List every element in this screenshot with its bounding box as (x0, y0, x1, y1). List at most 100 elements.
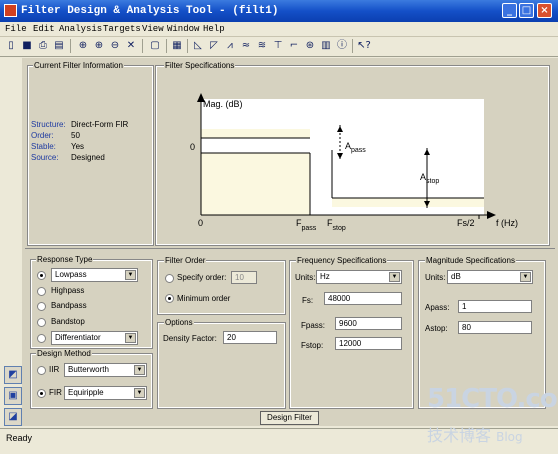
fs-input[interactable]: 48000 (324, 292, 402, 305)
minimize-button[interactable]: _ (502, 3, 517, 18)
print-preview-icon[interactable]: ▤ (52, 39, 66, 53)
watermark-blog: Blog (496, 430, 523, 444)
filter-order-title: Filter Order (164, 256, 207, 265)
response-type-title: Response Type (36, 255, 94, 264)
mag-units-dropdown[interactable]: dB ▼ (447, 270, 533, 284)
phase-response-icon[interactable]: ◸ (207, 39, 221, 53)
window-title: Filter Design & Analysis Tool - (filt1) (21, 5, 279, 17)
close-button[interactable]: × (537, 3, 552, 18)
menu-analysis[interactable]: Analysis (59, 24, 102, 34)
toolbar-separator (352, 39, 353, 53)
freq-units-dropdown[interactable]: Hz ▼ (316, 270, 402, 284)
info-icon[interactable]: ⓘ (335, 39, 349, 53)
specify-order-label: Specify order: (177, 273, 227, 282)
lowpass-dropdown[interactable]: Lowpass ▼ (51, 268, 138, 282)
step-response-icon[interactable]: ⌐ (287, 39, 301, 53)
print-icon[interactable]: ⎙ (36, 39, 50, 53)
fstop-input[interactable]: 12000 (335, 337, 402, 350)
new-icon[interactable]: ▯ (4, 39, 18, 53)
full-view-icon[interactable]: ✕ (124, 39, 138, 53)
mag-phase-icon[interactable]: ⩘ (223, 39, 237, 53)
apass-field-label: Apass: (425, 303, 450, 312)
impulse-response-icon[interactable]: ⊤ (271, 39, 285, 53)
fpass-main: F (296, 218, 302, 228)
toolbar-separator (142, 39, 143, 53)
fs-half-label: Fs/2 (457, 218, 475, 228)
astop-label: Astop (420, 172, 439, 185)
fir-method-dropdown[interactable]: Equiripple ▼ (64, 386, 147, 400)
chevron-down-icon: ▼ (389, 272, 400, 282)
transform-filter-icon[interactable]: ◩ (4, 366, 22, 384)
pole-zero-icon[interactable]: ⊛ (303, 39, 317, 53)
minimum-order-label: Minimum order (177, 294, 231, 303)
fir-radio[interactable] (37, 389, 46, 398)
magnitude-specs-title: Magnitude Specifications (425, 256, 516, 265)
fpass-input[interactable]: 9600 (335, 317, 402, 330)
options-title: Options (164, 318, 194, 327)
apass-input[interactable]: 1 (458, 300, 532, 313)
iir-method-dropdown[interactable]: Butterworth ▼ (64, 363, 147, 377)
chevron-down-icon: ▼ (125, 270, 136, 280)
freq-units-value: Hz (320, 272, 330, 281)
create-multirate-icon[interactable]: ▣ (4, 387, 22, 405)
zoom-x-icon[interactable]: ⊕ (92, 39, 106, 53)
magnitude-response-icon[interactable]: ◺ (191, 39, 205, 53)
minimum-order-radio[interactable] (165, 294, 174, 303)
frequency-axis-label: f (Hz) (496, 218, 518, 228)
status-text: Ready (6, 433, 33, 443)
filter-specs-diagram (197, 93, 496, 219)
phase-delay-icon[interactable]: ≋ (255, 39, 269, 53)
filter-specs-icon[interactable]: ▦ (170, 39, 184, 53)
specify-order-radio[interactable] (165, 274, 174, 283)
save-icon[interactable]: ■ (20, 39, 34, 53)
zoom-y-icon[interactable]: ⊖ (108, 39, 122, 53)
iir-radio[interactable] (37, 366, 46, 375)
stable-label: Stable: (31, 142, 56, 151)
bandstop-radio[interactable] (37, 318, 46, 327)
filter-order-panel (157, 260, 286, 315)
menu-view[interactable]: View (142, 24, 164, 34)
bandpass-label: Bandpass (51, 301, 87, 310)
new-figure-icon[interactable]: ▢ (148, 39, 162, 53)
highpass-label: Highpass (51, 286, 85, 295)
menu-targets[interactable]: Targets (103, 24, 141, 34)
apass-subscript: pass (351, 147, 366, 154)
specify-order-input[interactable]: 10 (231, 271, 257, 284)
fstop-label: Fstop (327, 218, 346, 232)
menu-file[interactable]: File (5, 24, 27, 34)
fpass-field-label: Fpass: (301, 321, 326, 330)
zoom-in-icon[interactable]: ⊕ (76, 39, 90, 53)
design-filter-icon[interactable]: ◪ (4, 408, 22, 426)
bandstop-label: Bandstop (51, 317, 85, 326)
menu-window[interactable]: Window (167, 24, 199, 34)
mag-units-value: dB (451, 272, 461, 281)
differentiator-dropdown[interactable]: Differentiator ▼ (51, 331, 138, 345)
source-value: Designed (71, 153, 105, 162)
watermark-cn: 技术博客 (427, 426, 492, 445)
lowpass-radio[interactable] (37, 271, 46, 280)
chevron-down-icon: ▼ (134, 388, 145, 398)
density-factor-input[interactable]: 20 (223, 331, 277, 344)
order-value: 50 (71, 131, 80, 140)
fstop-main: F (327, 218, 333, 228)
astop-input[interactable]: 80 (458, 321, 532, 334)
bandpass-radio[interactable] (37, 302, 46, 311)
fir-method-value: Equiripple (68, 388, 104, 397)
differentiator-dropdown-value: Differentiator (55, 333, 101, 342)
whats-this-icon[interactable]: ↖? (357, 39, 371, 53)
menu-help[interactable]: Help (203, 24, 225, 34)
coefficients-icon[interactable]: ▥ (319, 39, 333, 53)
stopband-region (332, 198, 484, 207)
maximize-button[interactable]: □ (519, 3, 534, 18)
design-filter-button[interactable]: Design Filter (260, 411, 319, 425)
structure-label: Structure: (31, 120, 66, 129)
fir-label: FIR (49, 388, 62, 397)
menu-edit[interactable]: Edit (33, 24, 55, 34)
order-label: Order: (31, 131, 54, 140)
structure-value: Direct-Form FIR (71, 120, 129, 129)
freq-units-label: Units: (295, 273, 316, 282)
differentiator-radio[interactable] (37, 334, 46, 343)
stable-value: Yes (71, 142, 85, 151)
group-delay-icon[interactable]: ≈ (239, 39, 253, 53)
highpass-radio[interactable] (37, 287, 46, 296)
